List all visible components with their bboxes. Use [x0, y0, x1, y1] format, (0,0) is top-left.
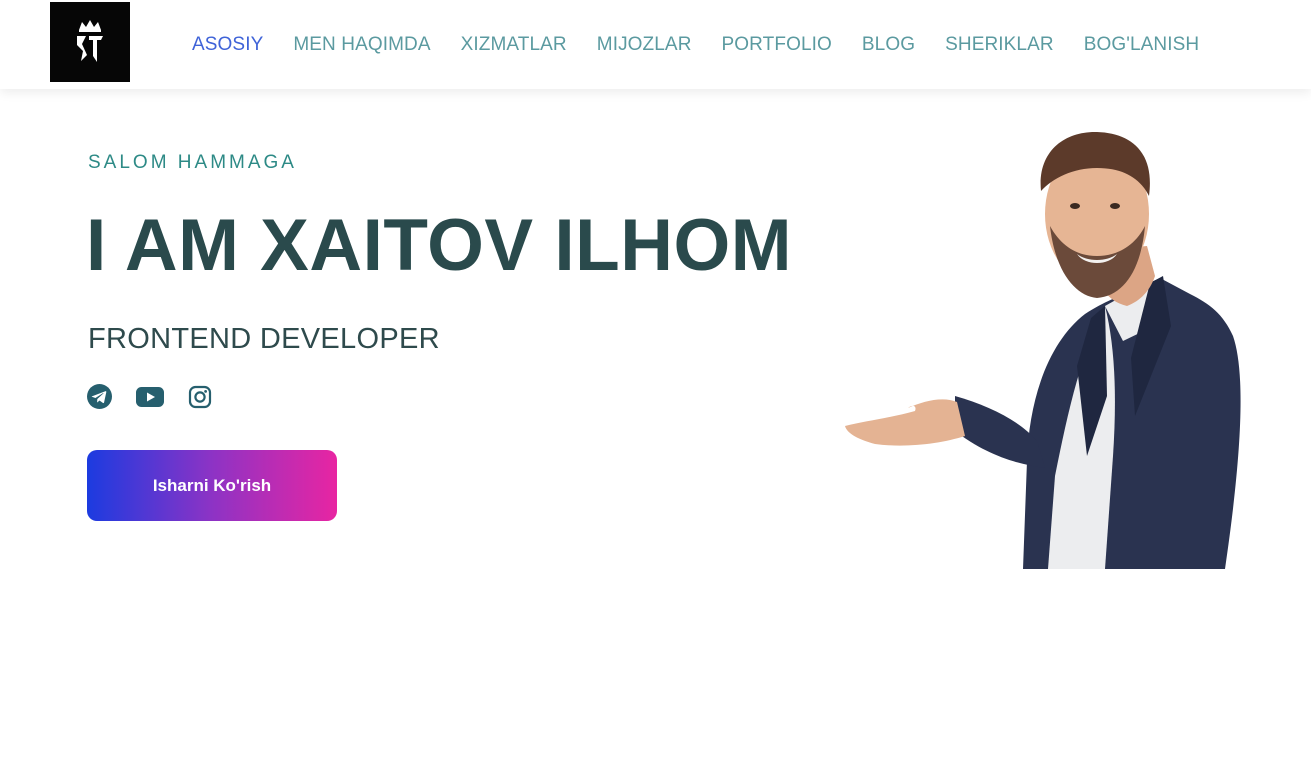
social-links: [87, 384, 236, 414]
hero-title: I AM XAITOV ILHOM: [86, 205, 793, 286]
nav-link-men-haqimda[interactable]: MEN HAQIMDA: [293, 34, 430, 56]
nav-link-xizmatlar[interactable]: XIZMATLAR: [461, 34, 567, 56]
hero-role: FRONTEND DEVELOPER: [88, 323, 440, 355]
nav-link-portfolio[interactable]: PORTFOLIO: [722, 34, 832, 56]
instagram-icon[interactable]: [188, 385, 212, 414]
navbar: ASOSIY MEN HAQIMDA XIZMATLAR MIJOZLAR PO…: [0, 0, 1311, 89]
logo-crown-mark-icon: [77, 20, 103, 62]
logo[interactable]: [50, 2, 130, 82]
nav-link-mijozlar[interactable]: MIJOZLAR: [597, 34, 692, 56]
nav-link-asosiy[interactable]: ASOSIY: [192, 34, 263, 56]
view-work-button[interactable]: Isharni Ko'rish: [87, 450, 337, 521]
telegram-icon[interactable]: [87, 384, 112, 414]
main-nav: ASOSIY MEN HAQIMDA XIZMATLAR MIJOZLAR PO…: [192, 0, 1229, 89]
nav-link-boglanish[interactable]: BOG'LANISH: [1084, 34, 1200, 56]
nav-link-sheriklar[interactable]: SHERIKLAR: [945, 34, 1054, 56]
youtube-icon[interactable]: [136, 386, 164, 412]
portrait-image: [845, 131, 1241, 569]
hero-greeting: SALOM HAMMAGA: [88, 152, 297, 173]
nav-link-blog[interactable]: BLOG: [862, 34, 915, 56]
